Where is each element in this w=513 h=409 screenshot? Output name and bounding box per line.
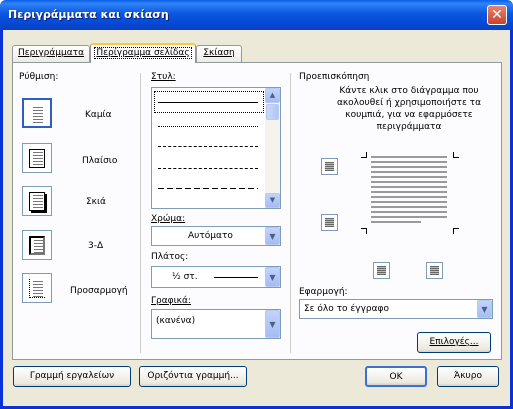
bottom-border-icon <box>325 218 334 227</box>
separator <box>140 73 141 353</box>
preview-text-line <box>371 176 447 178</box>
toolbar-button[interactable]: Γραμμή εργαλείων <box>13 366 131 387</box>
options-button[interactable]: Επιλογές... <box>417 332 491 353</box>
tab-label: Σκίαση <box>203 48 235 58</box>
preview-text-line <box>371 181 447 183</box>
ok-button[interactable]: OK <box>365 366 427 387</box>
setting-3d-button[interactable] <box>22 230 52 260</box>
preview-text-line <box>371 201 447 203</box>
preview-text-line <box>371 161 447 163</box>
title-bar[interactable]: Περιγράμματα και σκίαση ✕ <box>0 0 513 30</box>
top-border-icon <box>325 162 334 171</box>
right-border-icon <box>430 266 439 275</box>
preview-text-line <box>371 171 447 173</box>
color-heading: Χρώμα: <box>151 214 186 224</box>
setting-box-button[interactable] <box>22 143 52 173</box>
toolbar-button-label: Γραμμή εργαλείων <box>29 371 115 381</box>
scroll-up-button[interactable]: ▲ <box>265 88 280 103</box>
tab-borders[interactable]: Περιγράμματα <box>12 45 90 62</box>
preview-instructions: Κάντε κλικ στο διάγραμμα που ακολουθεί ή… <box>336 86 482 132</box>
horizontal-line-button[interactable]: Οριζόντια γραμμή... <box>139 366 247 387</box>
bottom-border-button[interactable] <box>321 214 338 231</box>
style-option-long-dash[interactable] <box>158 188 258 189</box>
tab-shading[interactable]: Σκίαση <box>196 45 242 62</box>
corner-mark <box>361 228 367 234</box>
ok-button-label: OK <box>389 372 403 382</box>
width-heading: Πλάτος: <box>151 252 189 262</box>
3d-border-icon <box>29 236 45 255</box>
setting-heading: Ρύθμιση: <box>19 72 59 82</box>
chevron-down-icon[interactable]: ▼ <box>477 300 492 318</box>
tab-page-border[interactable]: Περίγραμμα σελίδας <box>90 43 196 63</box>
apply-to-value: Σε όλο το έγγραφο <box>304 304 390 314</box>
preview-diagram[interactable] <box>355 148 465 238</box>
apply-heading: Εφαρμογή: <box>299 287 348 297</box>
tab-label: Περιγράμματα <box>17 48 85 58</box>
custom-border-icon <box>29 279 45 298</box>
shadow-border-icon <box>29 192 45 211</box>
preview-heading: Προεπισκόπηση <box>299 72 370 82</box>
chevron-down-icon[interactable]: ▼ <box>265 310 280 338</box>
cancel-button[interactable]: Άκυρο <box>437 366 499 387</box>
setting-none-button[interactable] <box>22 98 52 128</box>
setting-shadow-label: Σκιά <box>86 197 106 207</box>
borders-shading-dialog: Περιγράμματα και σκίαση ✕ Περιγράμματα Π… <box>0 0 513 409</box>
preview-text-line <box>371 216 447 218</box>
art-heading: Γραφικά: <box>151 296 191 306</box>
art-value: (κανένα) <box>156 316 196 326</box>
preview-text-line <box>371 186 447 188</box>
setting-custom-button[interactable] <box>22 273 52 303</box>
setting-shadow-button[interactable] <box>22 186 52 216</box>
style-listbox[interactable]: ▲ ▼ <box>151 87 281 209</box>
right-border-button[interactable] <box>426 262 443 279</box>
width-value: ½ στ. <box>172 272 198 282</box>
preview-text-line <box>371 196 447 198</box>
left-border-icon <box>377 266 386 275</box>
preview-text-line <box>371 206 447 208</box>
setting-3d-label: 3-Δ <box>88 241 104 251</box>
apply-to-combobox[interactable]: Σε όλο το έγγραφο ▼ <box>299 299 493 319</box>
style-scrollbar[interactable]: ▲ ▼ <box>265 88 280 208</box>
preview-text-line <box>371 191 447 193</box>
color-value: Αυτόματο <box>188 231 233 241</box>
preview-text-line <box>371 156 447 158</box>
style-heading: Στυλ: <box>151 72 176 82</box>
style-option-fine-dash[interactable] <box>158 146 258 147</box>
close-icon: ✕ <box>491 7 503 23</box>
width-line-sample <box>214 277 258 278</box>
chevron-down-icon[interactable]: ▼ <box>265 227 280 245</box>
corner-mark <box>453 152 459 158</box>
cancel-button-label: Άκυρο <box>454 371 482 381</box>
setting-box-label: Πλαίσιο <box>82 156 118 166</box>
options-button-label: Επιλογές... <box>429 337 479 347</box>
corner-mark <box>361 152 367 158</box>
box-border-icon <box>29 149 45 168</box>
corner-mark <box>453 228 459 234</box>
none-border-icon <box>30 105 46 124</box>
style-option-dotted[interactable] <box>158 126 258 127</box>
art-combobox[interactable]: (κανένα) ▼ <box>151 309 281 339</box>
chevron-down-icon[interactable]: ▼ <box>265 267 280 287</box>
close-button[interactable]: ✕ <box>487 5 507 25</box>
preview-text-line <box>371 221 421 223</box>
preview-text-line <box>371 166 447 168</box>
preview-text-line <box>371 211 447 213</box>
setting-custom-label: Προσαρμογή <box>70 286 128 296</box>
style-option-solid[interactable] <box>158 102 258 103</box>
width-combobox[interactable]: ½ στ. ▼ <box>151 266 281 288</box>
top-border-button[interactable] <box>321 158 338 175</box>
color-combobox[interactable]: Αυτόματο ▼ <box>151 226 281 246</box>
horizontal-line-button-label: Οριζόντια γραμμή... <box>147 371 239 381</box>
tab-label: Περίγραμμα σελίδας <box>94 47 192 59</box>
window-title: Περιγράμματα και σκίαση <box>8 8 169 21</box>
scroll-thumb[interactable] <box>266 104 279 120</box>
scroll-down-button[interactable]: ▼ <box>265 193 280 208</box>
separator <box>290 73 291 353</box>
style-option-dashed[interactable] <box>158 168 258 169</box>
setting-none-label: Καμία <box>85 110 112 120</box>
left-border-button[interactable] <box>373 262 390 279</box>
